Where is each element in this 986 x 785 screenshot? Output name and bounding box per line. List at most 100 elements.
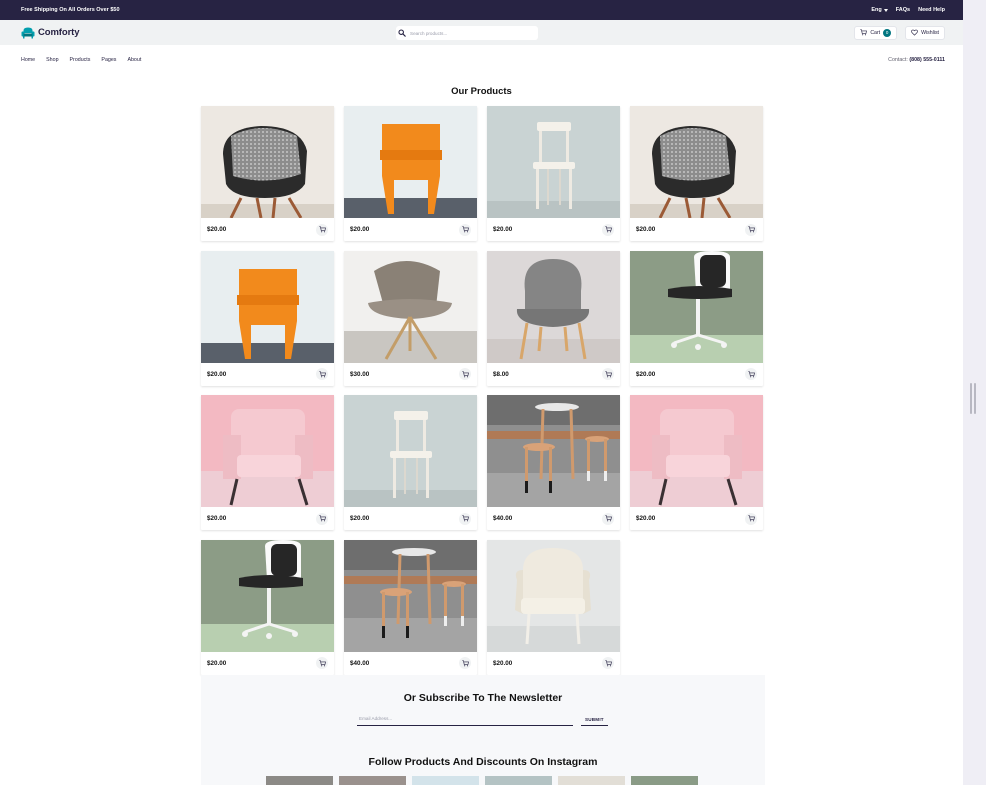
product-card[interactable]: $20.00	[344, 395, 477, 530]
product-image[interactable]	[201, 395, 334, 507]
product-card[interactable]: $20.00	[201, 395, 334, 530]
instagram-photo[interactable]	[558, 776, 625, 785]
product-image[interactable]	[487, 539, 620, 652]
add-to-cart-button[interactable]	[316, 657, 328, 669]
faqs-link[interactable]: FAQs	[896, 7, 910, 13]
product-card[interactable]: $20.00	[201, 106, 334, 241]
wishlist-label: Wishlist	[921, 29, 939, 36]
product-price: $40.00	[493, 515, 513, 522]
scrollbar-handle[interactable]	[970, 383, 977, 414]
search-box[interactable]	[396, 26, 538, 40]
email-field[interactable]: Email Address...	[357, 716, 573, 726]
product-image[interactable]	[201, 250, 334, 363]
product-image[interactable]	[344, 250, 477, 363]
language-select[interactable]: Eng	[871, 7, 888, 13]
wishlist-button[interactable]: Wishlist	[905, 25, 945, 40]
add-to-cart-button[interactable]	[459, 657, 471, 669]
nav-links: Home Shop Products Pages About	[21, 57, 141, 63]
instagram-photo[interactable]	[412, 776, 479, 785]
product-footer: $8.00	[487, 363, 620, 386]
product-footer: $40.00	[344, 652, 477, 675]
add-to-cart-button[interactable]	[316, 368, 328, 380]
product-card[interactable]: $20.00	[201, 250, 334, 386]
product-price: $20.00	[350, 515, 370, 522]
nav-home[interactable]: Home	[21, 57, 35, 63]
product-card[interactable]: $20.00	[487, 106, 620, 241]
topbar-links: Eng FAQs Need Help	[871, 7, 945, 13]
cart-icon	[604, 370, 612, 377]
product-card[interactable]: $20.00	[487, 539, 620, 675]
newsletter-section: Or Subscribe To The Newsletter Email Add…	[201, 675, 765, 785]
instagram-photo[interactable]	[485, 776, 552, 785]
product-price: $20.00	[636, 515, 656, 522]
add-to-cart-button[interactable]	[602, 657, 614, 669]
product-image[interactable]	[487, 106, 620, 218]
product-image[interactable]	[487, 250, 620, 363]
promo-text: Free Shipping On All Orders Over $50	[21, 7, 120, 13]
nav-shop[interactable]: Shop	[46, 57, 58, 63]
product-image[interactable]	[344, 539, 477, 652]
add-to-cart-button[interactable]	[459, 368, 471, 380]
product-price: $20.00	[636, 370, 656, 378]
search-input[interactable]	[410, 30, 530, 36]
product-footer: $20.00	[487, 652, 620, 675]
product-image[interactable]	[201, 106, 334, 218]
cart-count-badge: 0	[883, 28, 892, 37]
products-title: Our Products	[451, 86, 512, 97]
add-to-cart-button[interactable]	[745, 368, 757, 380]
cart-icon	[318, 226, 326, 233]
cart-button[interactable]: Cart 0	[854, 25, 898, 40]
product-image[interactable]	[201, 539, 334, 652]
product-image[interactable]	[344, 395, 477, 507]
add-to-cart-button[interactable]	[745, 223, 757, 236]
nav-pages[interactable]: Pages	[101, 57, 116, 63]
product-card[interactable]: $40.00	[487, 395, 620, 530]
add-to-cart-button[interactable]	[459, 512, 471, 525]
cart-icon	[604, 515, 612, 522]
instagram-photo[interactable]	[339, 776, 406, 785]
product-price: $20.00	[350, 226, 370, 233]
armchair-logo-icon	[21, 27, 35, 39]
brand-logo[interactable]: Comforty	[21, 26, 80, 39]
need-help-link[interactable]: Need Help	[918, 7, 945, 13]
product-price: $20.00	[636, 226, 656, 233]
product-image[interactable]	[487, 395, 620, 507]
cart-icon	[461, 370, 469, 377]
nav-about[interactable]: About	[127, 57, 141, 63]
add-to-cart-button[interactable]	[459, 223, 471, 236]
product-footer: $20.00	[630, 218, 763, 241]
product-footer: $20.00	[630, 507, 763, 530]
product-price: $20.00	[493, 226, 513, 233]
product-card[interactable]: $20.00	[630, 395, 763, 530]
product-image[interactable]	[630, 395, 763, 507]
product-card[interactable]: $8.00	[487, 250, 620, 386]
product-price: $40.00	[350, 659, 370, 667]
product-card[interactable]: $20.00	[344, 106, 477, 241]
submit-button[interactable]: SUBMIT	[581, 717, 608, 726]
product-image[interactable]	[630, 106, 763, 218]
product-card[interactable]: $20.00	[630, 106, 763, 241]
add-to-cart-button[interactable]	[745, 512, 757, 525]
product-footer: $20.00	[344, 218, 477, 241]
nav-products[interactable]: Products	[70, 57, 91, 63]
cart-icon	[461, 659, 469, 666]
product-footer: $20.00	[201, 218, 334, 241]
product-card[interactable]: $30.00	[344, 250, 477, 386]
add-to-cart-button[interactable]	[316, 512, 328, 525]
contact-phone[interactable]: (808) 555-0111	[909, 57, 945, 63]
instagram-photo[interactable]	[266, 776, 333, 785]
add-to-cart-button[interactable]	[316, 223, 328, 236]
product-card[interactable]: $20.00	[630, 250, 763, 386]
product-price: $20.00	[207, 659, 227, 667]
site-header: Comforty Cart 0 Wishlist	[0, 20, 963, 45]
product-footer: $30.00	[344, 363, 477, 386]
add-to-cart-button[interactable]	[602, 512, 614, 525]
product-card[interactable]: $20.00	[201, 539, 334, 675]
add-to-cart-button[interactable]	[602, 223, 614, 236]
instagram-photo[interactable]	[631, 776, 698, 785]
product-image[interactable]	[344, 106, 477, 218]
add-to-cart-button[interactable]	[602, 368, 614, 380]
product-card[interactable]: $40.00	[344, 539, 477, 675]
product-image[interactable]	[630, 250, 763, 363]
brand-name: Comforty	[38, 27, 80, 38]
